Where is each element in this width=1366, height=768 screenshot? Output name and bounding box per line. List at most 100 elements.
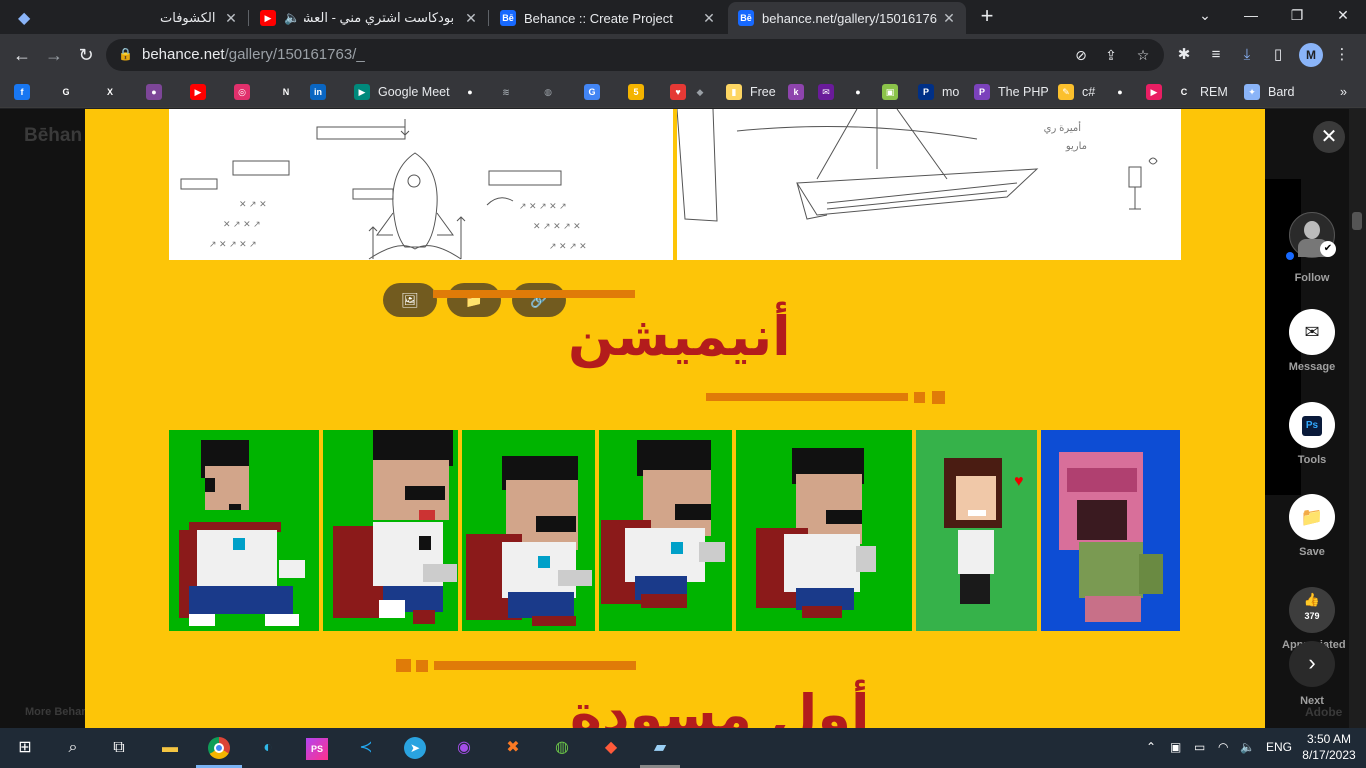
minimize-icon[interactable]: — xyxy=(1228,0,1274,30)
back-icon[interactable]: ← xyxy=(8,41,36,69)
bookmark-item[interactable]: ✎ c# xyxy=(1058,82,1095,102)
bookmark-item[interactable]: ≋ xyxy=(498,82,514,102)
xampp-icon[interactable]: ✖ xyxy=(498,734,528,762)
tab-4-active[interactable]: Bē behance.net/gallery/150161763/ ✕ xyxy=(728,2,966,34)
save-button[interactable]: 📁 Save xyxy=(1282,494,1342,558)
menu-icon[interactable]: ⋮ xyxy=(1332,45,1352,65)
address-bar[interactable]: 🔒 behance.net/gallery/150161763/_ ⊘ ⇪ ☆ xyxy=(106,39,1164,71)
bookmark-item[interactable]: ◍ xyxy=(540,82,556,102)
wifi-icon[interactable]: ◠ xyxy=(1218,740,1228,754)
zombie-tile[interactable] xyxy=(1041,430,1180,631)
bookmark-item[interactable]: C REM xyxy=(1176,82,1228,102)
bookmark-item[interactable]: P The PHP xyxy=(974,82,1049,102)
tab-1[interactable]: الكشوفات ✕ xyxy=(150,2,248,34)
bookmark-item[interactable]: X xyxy=(102,82,118,102)
save-image-button[interactable]: 🖼 xyxy=(383,283,437,317)
bookmark-item[interactable]: N xyxy=(278,82,294,102)
phpstorm-icon[interactable]: PS xyxy=(302,734,332,762)
bookmark-item[interactable]: in xyxy=(310,82,326,102)
tor-browser-icon[interactable]: ◉ xyxy=(449,734,479,762)
scrollbar-thumb[interactable] xyxy=(1352,212,1362,230)
bookmark-item[interactable]: ● xyxy=(462,82,478,102)
bookmark-item[interactable]: Pmo xyxy=(918,82,959,102)
reload-icon[interactable]: ↻ xyxy=(72,41,100,69)
windows-start-icon[interactable]: ⊞ xyxy=(10,734,40,762)
chrome-icon[interactable] xyxy=(204,734,234,762)
scrollbar[interactable] xyxy=(1349,109,1366,728)
search-icon[interactable]: ⌕ xyxy=(58,734,88,762)
message-button[interactable]: ✉ Message xyxy=(1282,309,1342,373)
edge-icon[interactable]: ◐ xyxy=(253,734,283,762)
tab-2[interactable]: ▶ 🔈 بودكاست اشتري مني - العشاء ✕ xyxy=(250,2,488,34)
speaker-icon[interactable]: 🔈 xyxy=(284,10,300,26)
bookmark-item[interactable]: ● xyxy=(1112,82,1128,102)
language-indicator[interactable]: ENG xyxy=(1266,740,1292,754)
bookmark-item[interactable]: ▶ Google Meet xyxy=(354,82,450,102)
bookmark-item[interactable]: ✦ Bard xyxy=(1244,82,1294,102)
tab-close-icon[interactable]: ✕ xyxy=(700,9,718,27)
telegram-icon[interactable]: ➤ xyxy=(400,734,430,762)
tab-close-icon[interactable]: ✕ xyxy=(222,9,240,27)
clock[interactable]: 3:50 AM 8/17/2023 xyxy=(1297,731,1361,763)
animation-frame-4[interactable] xyxy=(599,430,732,631)
forward-icon[interactable]: → xyxy=(40,41,68,69)
sketch-image-left[interactable]: ✕ ↗ ✕ ✕ ↗ ✕ ↗ ↗ ✕ ↗ ✕ ↗ ↗ ✕ ↗ ✕ ↗ ✕ ↗ ✕ … xyxy=(169,109,673,260)
show-hidden-icons[interactable]: ⌃ xyxy=(1146,740,1156,754)
bookmark-item[interactable]: 5 xyxy=(628,82,644,102)
tab-close-icon[interactable]: ✕ xyxy=(462,9,480,27)
vscode-icon[interactable]: ≺ xyxy=(351,734,381,762)
sketch-image-right[interactable]: أميرة ري ماريو xyxy=(677,109,1181,260)
extensions-icon[interactable]: ✱ xyxy=(1174,45,1194,65)
download-icon[interactable]: ⤓ xyxy=(1237,45,1257,65)
task-view-icon[interactable]: ⧉ xyxy=(104,734,134,762)
eye-off-icon[interactable]: ⊘ xyxy=(1072,46,1090,64)
add-to-moodboard-button[interactable]: 📁 xyxy=(447,283,501,317)
bookmark-item[interactable]: ▮ Free xyxy=(726,82,776,102)
follow-item[interactable]: ✔ Follow xyxy=(1282,212,1342,284)
new-tab-button[interactable]: + xyxy=(976,4,998,28)
tab-close-icon[interactable]: ✕ xyxy=(940,9,958,27)
tab-search-dropdown-icon[interactable]: ⌄ xyxy=(1182,0,1228,30)
animation-frame-2[interactable] xyxy=(323,430,458,631)
close-modal-button[interactable]: ✕ xyxy=(1313,121,1345,153)
tab-search-icon[interactable]: ◆ xyxy=(18,8,36,27)
profile-avatar[interactable]: M xyxy=(1299,43,1323,67)
bookmark-item[interactable]: G xyxy=(58,82,74,102)
restore-icon[interactable]: ❐ xyxy=(1274,0,1320,30)
box-app-icon[interactable]: ◆ xyxy=(596,734,626,762)
animation-frame-3[interactable] xyxy=(462,430,595,631)
volume-icon[interactable]: 🔈 xyxy=(1240,740,1255,754)
file-explorer-icon[interactable]: ▬ xyxy=(155,734,185,762)
network-tool-icon[interactable]: ◍ xyxy=(547,734,577,762)
bookmark-item[interactable]: ▶ xyxy=(1146,82,1162,102)
character-girl-tile[interactable]: ♥ xyxy=(916,430,1037,631)
share-icon[interactable]: ⇪ xyxy=(1102,46,1120,64)
bookmark-item[interactable]: k xyxy=(788,82,804,102)
bookmark-item[interactable]: ▣ xyxy=(882,82,898,102)
tab-3[interactable]: Bē Behance :: Create Project ✕ xyxy=(490,2,726,34)
bookmark-item[interactable]: G xyxy=(584,82,600,102)
animation-frame-1[interactable] xyxy=(169,430,319,631)
more-bookmarks-icon[interactable]: » xyxy=(1340,82,1347,102)
tools-button[interactable]: Ps Tools xyxy=(1282,402,1342,466)
bookmark-item[interactable]: ● xyxy=(850,82,866,102)
lock-icon[interactable]: 🔒 xyxy=(118,47,133,63)
meet-now-icon[interactable]: ▣ xyxy=(1170,740,1181,754)
close-window-icon[interactable]: ✕ xyxy=(1320,0,1366,30)
animation-frame-5[interactable] xyxy=(736,430,912,631)
bookmark-item[interactable]: ◆ xyxy=(692,82,708,102)
bookmark-item[interactable]: ✉ xyxy=(818,82,834,102)
bookmark-item[interactable]: f xyxy=(14,82,30,102)
bookmark-item[interactable]: ▶ xyxy=(190,82,206,102)
bookmark-item[interactable]: ● xyxy=(146,82,162,102)
media-icon[interactable]: ≡ xyxy=(1206,45,1226,65)
next-project-button[interactable]: › Next xyxy=(1282,641,1342,707)
star-icon[interactable]: ☆ xyxy=(1134,46,1152,64)
notepad-icon[interactable]: ▰ xyxy=(645,734,675,762)
battery-icon[interactable]: ▭ xyxy=(1194,740,1205,754)
bookmark-item[interactable]: ◎ xyxy=(234,82,250,102)
creator-avatar[interactable]: ✔ xyxy=(1289,212,1336,258)
side-panel-icon[interactable]: ▯ xyxy=(1268,45,1288,65)
bookmark-item[interactable]: ♥ xyxy=(670,82,686,102)
copy-link-button[interactable]: 🔗 xyxy=(512,283,566,317)
